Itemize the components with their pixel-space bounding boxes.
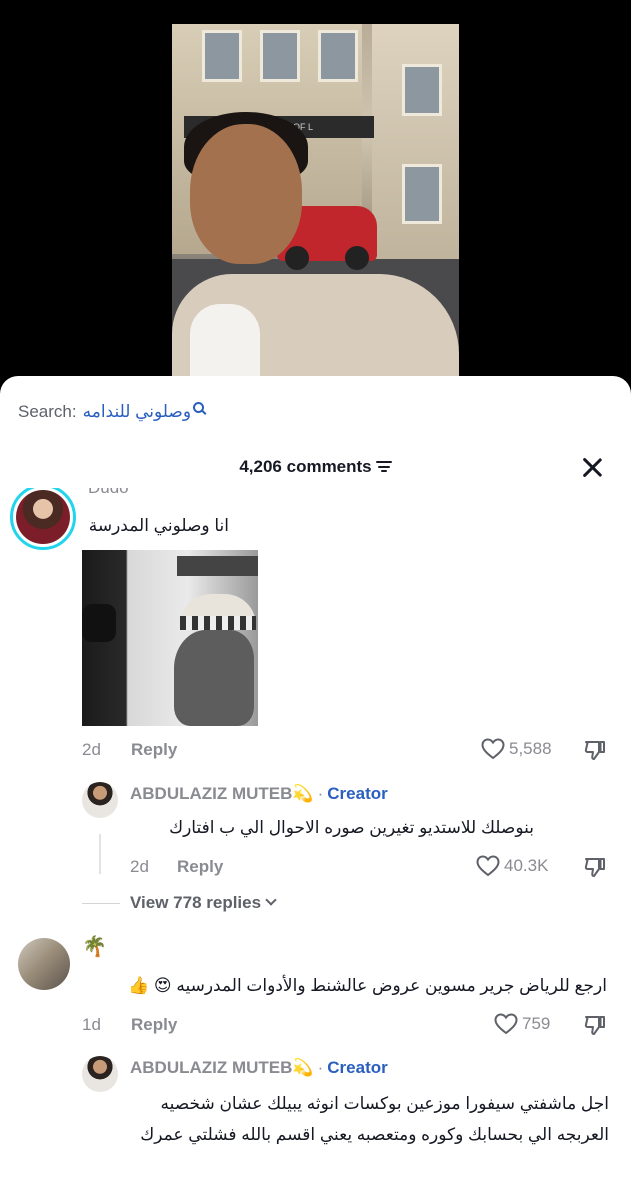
car-wheel: [345, 246, 369, 270]
separator-dot: ·: [317, 1058, 324, 1077]
comment-username[interactable]: Dudo: [88, 488, 129, 498]
like-button[interactable]: 759: [494, 1013, 550, 1035]
comment-text: انا وصلوني المدرسة: [88, 516, 229, 535]
reply-time: 2d: [130, 857, 149, 876]
reply-button[interactable]: Reply: [131, 740, 177, 760]
close-icon[interactable]: [581, 456, 603, 478]
comment-username[interactable]: 🌴: [82, 934, 107, 959]
dislike-icon[interactable]: [583, 855, 607, 879]
dislike-icon[interactable]: [583, 738, 607, 762]
search-icon: [193, 401, 205, 413]
comment-list[interactable]: Dudo انا وصلوني المدرسة 2d Reply 5,588 A…: [0, 488, 631, 1200]
search-query[interactable]: وصلوني للندامه: [83, 402, 191, 422]
creator-badge: Creator: [327, 784, 388, 803]
reply-username[interactable]: ABDULAZIZ MUTEB💫: [130, 1058, 314, 1077]
thread-line: [99, 834, 101, 874]
window: [202, 30, 242, 82]
image-cap-band: [180, 616, 256, 630]
comments-count: 4,206 comments: [0, 452, 631, 482]
creator-badge: Creator: [327, 1058, 388, 1077]
reply-button[interactable]: Reply: [131, 1015, 177, 1035]
window: [402, 64, 442, 116]
heart-icon: [476, 855, 500, 877]
reply-avatar[interactable]: [82, 1056, 118, 1092]
like-count: 759: [522, 1014, 551, 1033]
comment-text: ارجع للرياض جرير مسوين عروض عالشنط والأد…: [128, 976, 607, 995]
window: [318, 30, 358, 82]
image-face: [174, 630, 254, 726]
person-face: [190, 124, 302, 264]
video-frame[interactable]: THE DUKE OF L: [172, 24, 459, 384]
view-replies-label: View 778 replies: [130, 893, 262, 912]
window: [402, 164, 442, 224]
car-wheel: [285, 246, 309, 270]
view-replies-button[interactable]: View 778 replies: [130, 893, 277, 913]
comments-header: 4,206 comments: [0, 452, 631, 482]
heart-icon: [481, 738, 505, 760]
heart-icon: [494, 1013, 518, 1035]
search-label: Search:: [18, 402, 77, 421]
sort-icon[interactable]: [375, 461, 392, 473]
like-button[interactable]: 5,588: [481, 738, 552, 760]
reply-reply-button[interactable]: Reply: [177, 857, 223, 877]
comment-time: 2d: [82, 740, 101, 759]
reply-username-row: ABDULAZIZ MUTEB💫 · Creator: [130, 1058, 388, 1078]
separator-dot: ·: [317, 784, 324, 803]
window: [260, 30, 300, 82]
reply-text: بنوصلك للاستديو تغيرين صوره الاحوال الي …: [169, 818, 534, 837]
comment-time: 1d: [82, 1015, 101, 1034]
video-player[interactable]: THE DUKE OF L: [0, 0, 631, 400]
reply-avatar[interactable]: [82, 782, 118, 818]
comments-count-label: 4,206 comments: [239, 457, 372, 476]
image-mirror: [82, 604, 116, 642]
like-count: 5,588: [509, 739, 552, 758]
comments-sheet: Search: وصلوني للندامه 4,206 comments Du…: [0, 376, 631, 1200]
building-right: [372, 24, 459, 264]
reply-text: اجل ماشفتي سيفورا موزعين بوكسات انوثه يب…: [140, 1094, 609, 1144]
comment-image[interactable]: [82, 550, 258, 726]
search-suggestion[interactable]: Search: وصلوني للندامه: [18, 400, 205, 424]
dislike-icon[interactable]: [583, 1013, 607, 1037]
like-count: 40.3K: [504, 856, 549, 875]
reply-username-row: ABDULAZIZ MUTEB💫 · Creator: [130, 784, 388, 804]
image-top: [177, 556, 258, 576]
person-shirt: [190, 304, 260, 384]
reply-username[interactable]: ABDULAZIZ MUTEB💫: [130, 784, 314, 803]
view-replies-line: [82, 903, 120, 904]
reply-like-button[interactable]: 40.3K: [476, 855, 548, 877]
avatar[interactable]: [18, 938, 70, 990]
chevron-down-icon: [265, 894, 277, 906]
